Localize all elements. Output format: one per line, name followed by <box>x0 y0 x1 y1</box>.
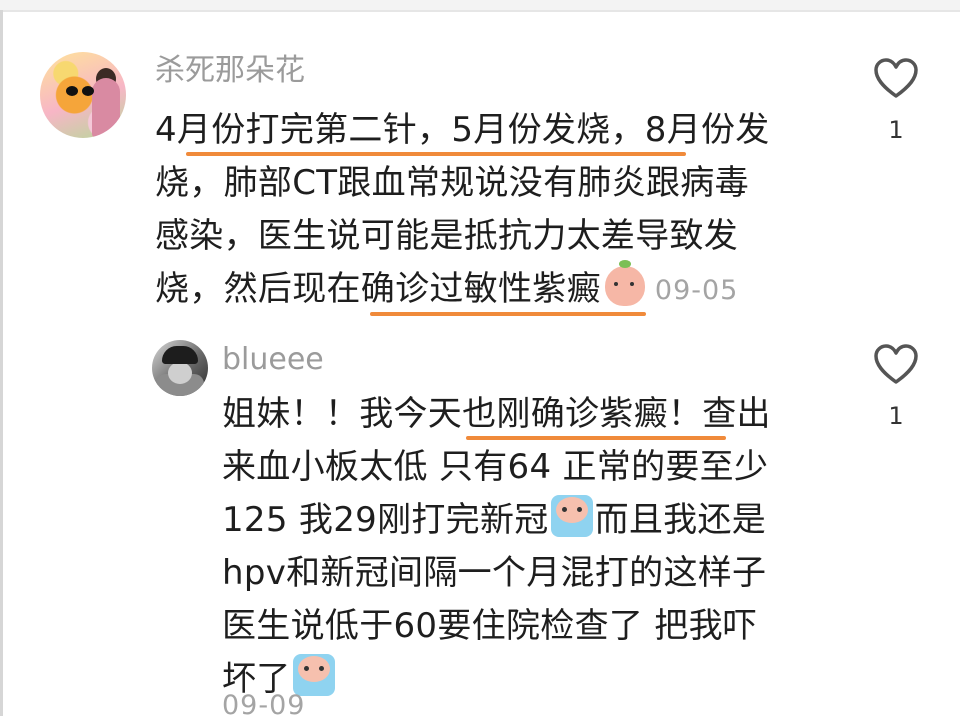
username[interactable]: 杀死那朵花 <box>155 54 305 88</box>
top-divider <box>0 0 960 12</box>
comment-date: 09-05 <box>654 275 739 306</box>
comment-date: 09-09 <box>222 690 306 721</box>
highlight-underline <box>370 312 646 316</box>
peach-emoji-icon <box>604 260 645 306</box>
crying-emoji-icon <box>550 495 593 537</box>
heart-outline-icon[interactable] <box>872 56 920 100</box>
username[interactable]: blueee <box>222 343 324 377</box>
comment-line: 医生说低于60要住院检查了 把我吓 <box>222 606 758 646</box>
avatar[interactable] <box>40 52 126 138</box>
left-edge <box>0 10 3 716</box>
comment-line: 感染，医生说可能是抵抗力太差导致发 <box>155 216 739 256</box>
like-count: 1 <box>888 116 904 144</box>
comment-line: 125 我29刚打完新冠 <box>222 500 549 540</box>
comment-line: 4月份打完第二针，5月份发烧，8月份发 <box>155 110 770 150</box>
comment-text: 4月份打完第二针，5月份发烧，8月份发 烧，肺部CT跟血常规说没有肺炎跟病毒 感… <box>155 104 770 317</box>
highlight-underline <box>466 436 726 440</box>
highlight-underline <box>186 152 686 156</box>
comment-line: hpv和新冠间隔一个月混打的这样子 <box>222 553 767 593</box>
heart-outline-icon[interactable] <box>872 342 920 386</box>
avatar[interactable] <box>152 340 208 396</box>
like-count: 1 <box>888 402 904 430</box>
comment-line: 烧，然后现在确诊过敏性紫癜 <box>155 269 601 309</box>
comment-line: 而且我还是 <box>594 500 767 540</box>
comment-line: 烧，肺部CT跟血常规说没有肺炎跟病毒 <box>155 163 749 203</box>
comment-line: 姐妹！！我今天也刚确诊紫癜！查出 <box>222 394 771 434</box>
comment-line: 来血小板太低 只有64 正常的要至少 <box>222 447 769 487</box>
